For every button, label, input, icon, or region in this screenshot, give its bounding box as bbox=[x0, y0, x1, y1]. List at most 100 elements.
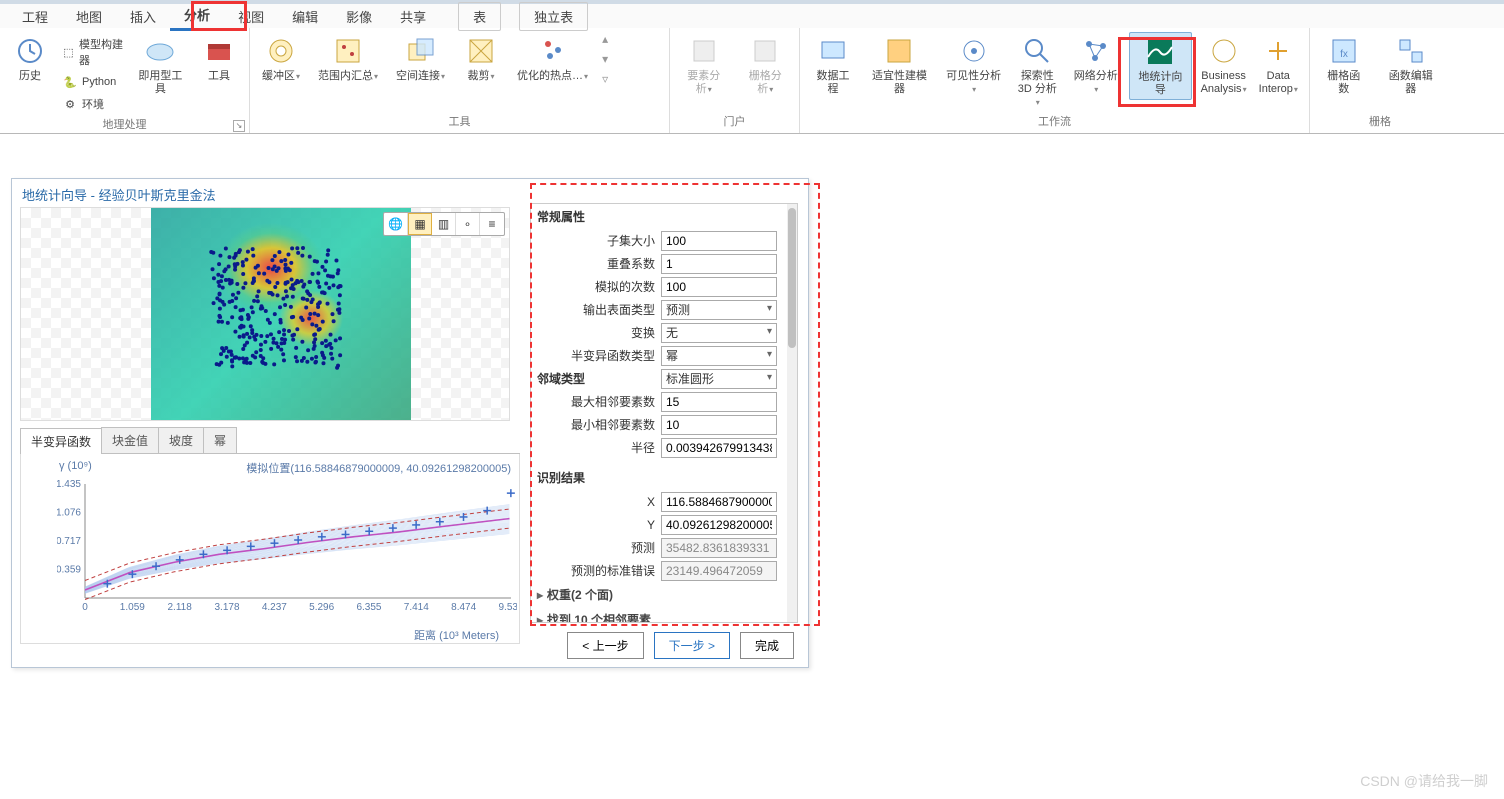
modelbuilder-button[interactable]: ⬚模型构建器 bbox=[62, 34, 124, 70]
property-scrollbar[interactable] bbox=[787, 204, 797, 622]
hotspot-button[interactable]: 优化的热点… bbox=[513, 32, 592, 85]
network-analysis-button[interactable]: 网络分析 bbox=[1068, 32, 1123, 98]
feature-analysis-icon bbox=[687, 34, 721, 68]
svg-text:9.533: 9.533 bbox=[498, 602, 517, 613]
history-button[interactable]: 历史 bbox=[8, 32, 52, 85]
identify-y[interactable] bbox=[661, 515, 777, 535]
environments-button[interactable]: ⚙环境 bbox=[62, 94, 124, 114]
surface-icon[interactable]: ▦ bbox=[408, 213, 432, 235]
chart-xlabel: 距离 (10³ Meters) bbox=[414, 627, 499, 643]
function-editor-button[interactable]: 函数编辑器 bbox=[1380, 32, 1442, 98]
overlap-input[interactable] bbox=[661, 254, 777, 274]
tab-table[interactable]: 表 bbox=[458, 2, 501, 31]
point-icon[interactable]: ∘ bbox=[456, 213, 480, 235]
svg-text:6.355: 6.355 bbox=[356, 602, 381, 613]
semivariogram-chart: γ (10⁹) 模拟位置(116.58846879000009, 40.0926… bbox=[20, 454, 520, 644]
grid-icon[interactable]: ▥ bbox=[432, 213, 456, 235]
radius-input[interactable] bbox=[661, 438, 777, 458]
readytools-button[interactable]: 即用型工具 bbox=[134, 32, 187, 98]
next-button[interactable]: 下一步 > bbox=[654, 632, 730, 659]
group-launcher[interactable]: ↘ bbox=[233, 120, 245, 132]
tab-edit[interactable]: 编辑 bbox=[278, 3, 332, 30]
join-icon bbox=[404, 34, 438, 68]
svg-text:3.178: 3.178 bbox=[214, 602, 239, 613]
subset-size-input[interactable] bbox=[661, 231, 777, 251]
modelbuilder-icon: ⬚ bbox=[62, 44, 75, 60]
fneditor-icon bbox=[1394, 34, 1428, 68]
chart-ylabel: γ (10⁹) bbox=[59, 460, 92, 472]
tools-button[interactable]: 工具 bbox=[197, 32, 241, 85]
geostat-icon bbox=[1143, 35, 1177, 69]
tab-map[interactable]: 地图 bbox=[62, 3, 116, 30]
semivariogram-tabs: 半变异函数 块金值 坡度 幂 bbox=[20, 427, 520, 454]
data-interop-button[interactable]: Data Interop bbox=[1256, 32, 1301, 98]
raster-analysis-icon bbox=[748, 34, 782, 68]
tab-slope[interactable]: 坡度 bbox=[158, 427, 204, 453]
tab-insert[interactable]: 插入 bbox=[116, 3, 170, 30]
tab-power[interactable]: 幂 bbox=[203, 427, 237, 453]
spatial-join-button[interactable]: 空间连接 bbox=[392, 32, 449, 85]
gear-icon: ⚙ bbox=[62, 96, 78, 112]
group-label-geoprocessing: 地理处理 bbox=[103, 119, 147, 131]
surface-type-select[interactable]: 预测 bbox=[661, 300, 777, 320]
svg-text:1.059: 1.059 bbox=[120, 602, 145, 613]
buffer-button[interactable]: 缓冲区 bbox=[258, 32, 304, 85]
min-neighbors-input[interactable] bbox=[661, 415, 777, 435]
preview-map[interactable]: 🌐 ▦ ▥ ∘ ≡ bbox=[20, 207, 510, 421]
magnifier-icon bbox=[1020, 34, 1054, 68]
toolbox-icon bbox=[202, 34, 236, 68]
ribbon-body: 历史 ⬚模型构建器 🐍Python ⚙环境 即用型工具 工具 地理处理 ↘ 缓冲区… bbox=[0, 28, 1504, 134]
globe-icon[interactable]: 🌐 bbox=[384, 213, 408, 235]
svg-text:1.076: 1.076 bbox=[57, 508, 81, 519]
svg-text:fx: fx bbox=[1340, 49, 1348, 60]
svg-text:8.474: 8.474 bbox=[451, 602, 476, 613]
svg-text:0: 0 bbox=[82, 602, 88, 613]
visibility-icon bbox=[957, 34, 991, 68]
business-analysis-button[interactable]: Business Analysis bbox=[1198, 32, 1250, 98]
list-icon[interactable]: ≡ bbox=[480, 213, 504, 235]
prev-button[interactable]: < 上一步 bbox=[567, 632, 643, 659]
tab-imagery[interactable]: 影像 bbox=[332, 3, 386, 30]
group-label-portal: 门户 bbox=[670, 111, 799, 133]
transform-select[interactable]: 无 bbox=[661, 323, 777, 343]
summarize-within-button[interactable]: 范围内汇总 bbox=[314, 32, 382, 85]
tab-nugget[interactable]: 块金值 bbox=[101, 427, 159, 453]
data-eng-icon bbox=[816, 34, 850, 68]
python-button[interactable]: 🐍Python bbox=[62, 72, 124, 92]
svg-text:0.359: 0.359 bbox=[57, 564, 81, 575]
max-neighbors-input[interactable] bbox=[661, 392, 777, 412]
tab-semivariogram[interactable]: 半变异函数 bbox=[20, 428, 102, 454]
clip-button[interactable]: 裁剪 bbox=[459, 32, 503, 85]
scroll-down[interactable]: ▾ bbox=[602, 52, 618, 66]
property-pane: 常规属性 子集大小 重叠系数 模拟的次数 输出表面类型预测 变换无 半变异函数类… bbox=[530, 203, 798, 623]
tab-share[interactable]: 共享 bbox=[386, 3, 440, 30]
simulations-input[interactable] bbox=[661, 277, 777, 297]
semivariogram-type-select[interactable]: 幂 bbox=[661, 346, 777, 366]
finish-button[interactable]: 完成 bbox=[740, 632, 794, 659]
tab-standalone-table[interactable]: 独立表 bbox=[519, 2, 588, 31]
neighborhood-type-select[interactable]: 标准圆形 bbox=[661, 369, 777, 389]
tab-view[interactable]: 视图 bbox=[224, 3, 278, 30]
suitability-modeler-button[interactable]: 适宜性建模器 bbox=[864, 32, 935, 98]
group-label-tools: 工具 bbox=[250, 111, 669, 133]
gallery-expand[interactable]: ▿ bbox=[602, 72, 618, 86]
tab-analysis[interactable]: 分析 bbox=[170, 1, 224, 31]
exploratory-3d-button[interactable]: 探索性 3D 分析 bbox=[1012, 32, 1062, 111]
group-label-raster: 栅格 bbox=[1310, 111, 1450, 133]
suitability-icon bbox=[882, 34, 916, 68]
summarize-icon bbox=[331, 34, 365, 68]
svg-text:0.717: 0.717 bbox=[57, 536, 81, 547]
weights-expander[interactable]: 权重(2 个面) bbox=[531, 582, 797, 607]
tab-project[interactable]: 工程 bbox=[8, 3, 62, 30]
data-engineering-button[interactable]: 数据工程 bbox=[808, 32, 858, 98]
visibility-button[interactable]: 可见性分析 bbox=[941, 32, 1006, 98]
svg-text:4.237: 4.237 bbox=[262, 602, 287, 613]
scroll-up[interactable]: ▴ bbox=[602, 32, 618, 46]
feature-analysis-button: 要素分析 bbox=[678, 32, 730, 98]
neighbors-found-expander[interactable]: 找到 10 个相邻要素 bbox=[531, 607, 797, 623]
raster-functions-button[interactable]: fx栅格函数 bbox=[1318, 32, 1370, 98]
section-general: 常规属性 bbox=[531, 204, 797, 229]
geostatistical-wizard-button[interactable]: 地统计向导 bbox=[1129, 32, 1191, 100]
identify-x[interactable] bbox=[661, 492, 777, 512]
preview-toolbar: 🌐 ▦ ▥ ∘ ≡ bbox=[383, 212, 505, 236]
